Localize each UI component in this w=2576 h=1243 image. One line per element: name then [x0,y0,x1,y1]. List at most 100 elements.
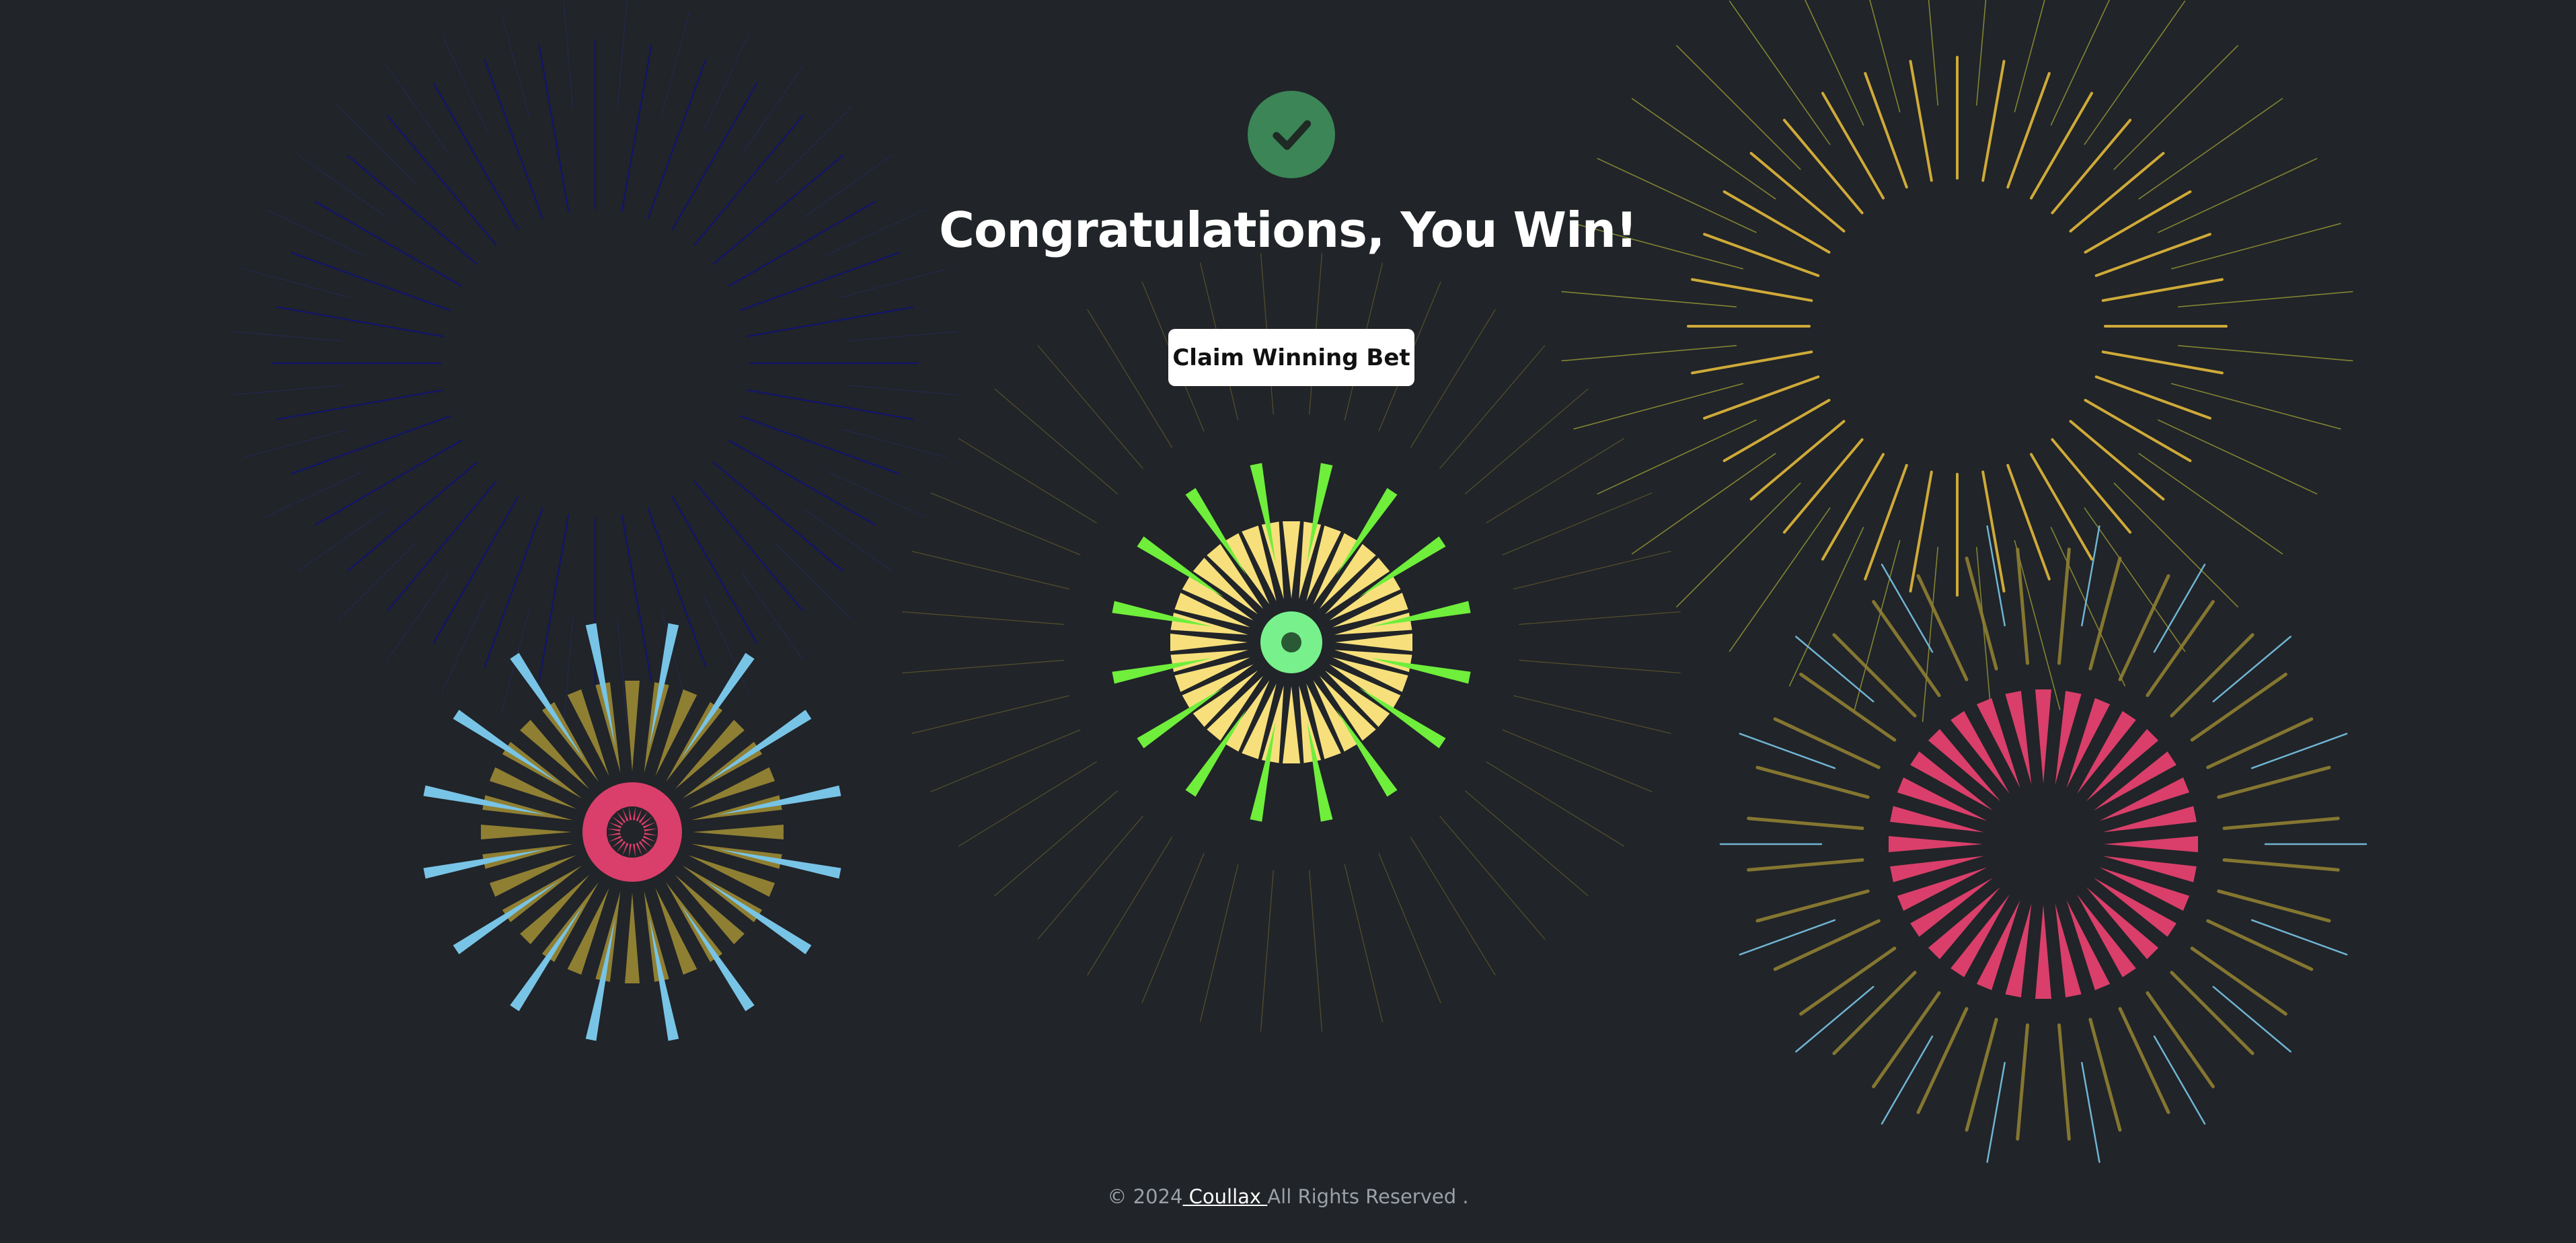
firework-spark [1561,344,1737,362]
firework-spark [2171,383,2341,430]
firework-spark [2146,991,2215,1088]
firework-spark [2050,0,2111,126]
firework-spark [1486,438,1625,524]
firework-spark [1410,837,1496,976]
firework-ray [625,893,640,983]
firework-spark [2101,278,2224,302]
firework-ray [2035,689,2051,784]
firework-spark [2014,539,2061,710]
firework-spark [1691,350,1813,375]
win-title: Congratulations, You Win! [939,202,1638,258]
coullax-link[interactable]: Coullax [1182,1185,1267,1208]
firework-spark [347,461,478,572]
firework-ray [691,795,782,821]
firework-spark [1981,470,2006,593]
fireworks-animation [233,0,2367,1163]
firework-spark [243,428,349,458]
check-icon [1273,120,1312,150]
firework-spark [1037,345,1143,469]
firework-ray [1170,634,1248,651]
firework-spark [2206,919,2314,971]
firework-spark [826,470,925,517]
firework-spark [2088,556,2122,671]
firework-spark [2170,633,2255,718]
firework-spark [1676,45,1801,170]
firework-spark [902,660,1064,674]
firework-ray [2005,691,2032,785]
firework-gold [1561,0,2353,722]
firework-spark [1981,60,2006,182]
firework-spark [1729,0,1831,145]
firework-spark [432,496,519,644]
claim-winning-bet-button[interactable]: Claim Winning Bet [1168,329,1414,386]
firework-spark [1703,375,1820,420]
firework-spark [387,481,497,611]
firework-bottom-right [1719,525,2367,1163]
firework-spark [1676,482,1801,608]
firework-spark [338,543,415,621]
firework-spark [291,252,451,311]
firework-spark [1502,729,1653,792]
firework-ray [644,682,669,773]
firework-spark [2084,399,2192,462]
firework-spark [693,481,804,611]
firework-spark [849,385,958,396]
firework-spark [441,33,488,133]
firework-spark [1410,309,1496,448]
firework-navy [233,1,958,726]
firework-spark [1821,91,1885,200]
firework-spark [2030,453,2093,561]
firework-ray [2055,903,2082,997]
firework-spark [1747,858,1864,872]
firework-ray [2103,806,2197,833]
firework-spark [2212,985,2291,1053]
firework-ray [1890,856,1984,882]
firework-spark [315,439,462,526]
firework-spark [739,252,900,311]
firework-ray [693,825,784,839]
firework-spark [2006,463,2051,580]
firework-spark [1631,98,1776,200]
firework-spark [484,59,543,219]
firework-ray [2104,836,2198,852]
rights-text: All Rights Reserved . [1267,1185,1469,1208]
firework-spark [2057,548,2071,665]
firework-spark [1519,611,1681,625]
firework-spark [484,507,543,668]
firework-spark [1439,345,1546,469]
firework-spark [647,59,707,219]
copyright-text: © 2024 [1107,1185,1183,1208]
firework-spark [2217,889,2331,923]
firework-spark [1087,309,1173,448]
firework-spark [291,415,451,475]
firework-spark [1464,388,1589,494]
firework-spark [1561,291,1737,308]
firework-spark [841,268,947,298]
firework-spark [2113,45,2238,170]
firework-spark [386,572,449,661]
firework-spark [2118,574,2170,681]
firework-spark [243,268,349,298]
firework-spark [617,617,628,726]
firework-spark [538,515,570,682]
firework-spark [2081,1061,2100,1163]
firework-spark [2030,91,2093,200]
firework-spark [1502,492,1653,556]
firework-spark [1087,837,1173,976]
firework-spark [2190,673,2287,742]
firework-spark [902,611,1064,625]
firework-spark [621,515,652,682]
firework-spark [2153,564,2206,653]
firework-spark [1909,60,1933,182]
firework-spark [911,550,1070,590]
firework-spark [1976,546,1993,722]
firework-spark [775,543,853,621]
firework-ray [481,825,572,839]
firework-spark [2222,858,2340,872]
firework-spark [849,331,958,342]
firework-spark [1864,463,1908,580]
firework-ray [2005,903,2032,997]
firework-spark [1986,1061,2006,1163]
firework-spark [297,509,387,572]
firework-spark [563,617,574,726]
